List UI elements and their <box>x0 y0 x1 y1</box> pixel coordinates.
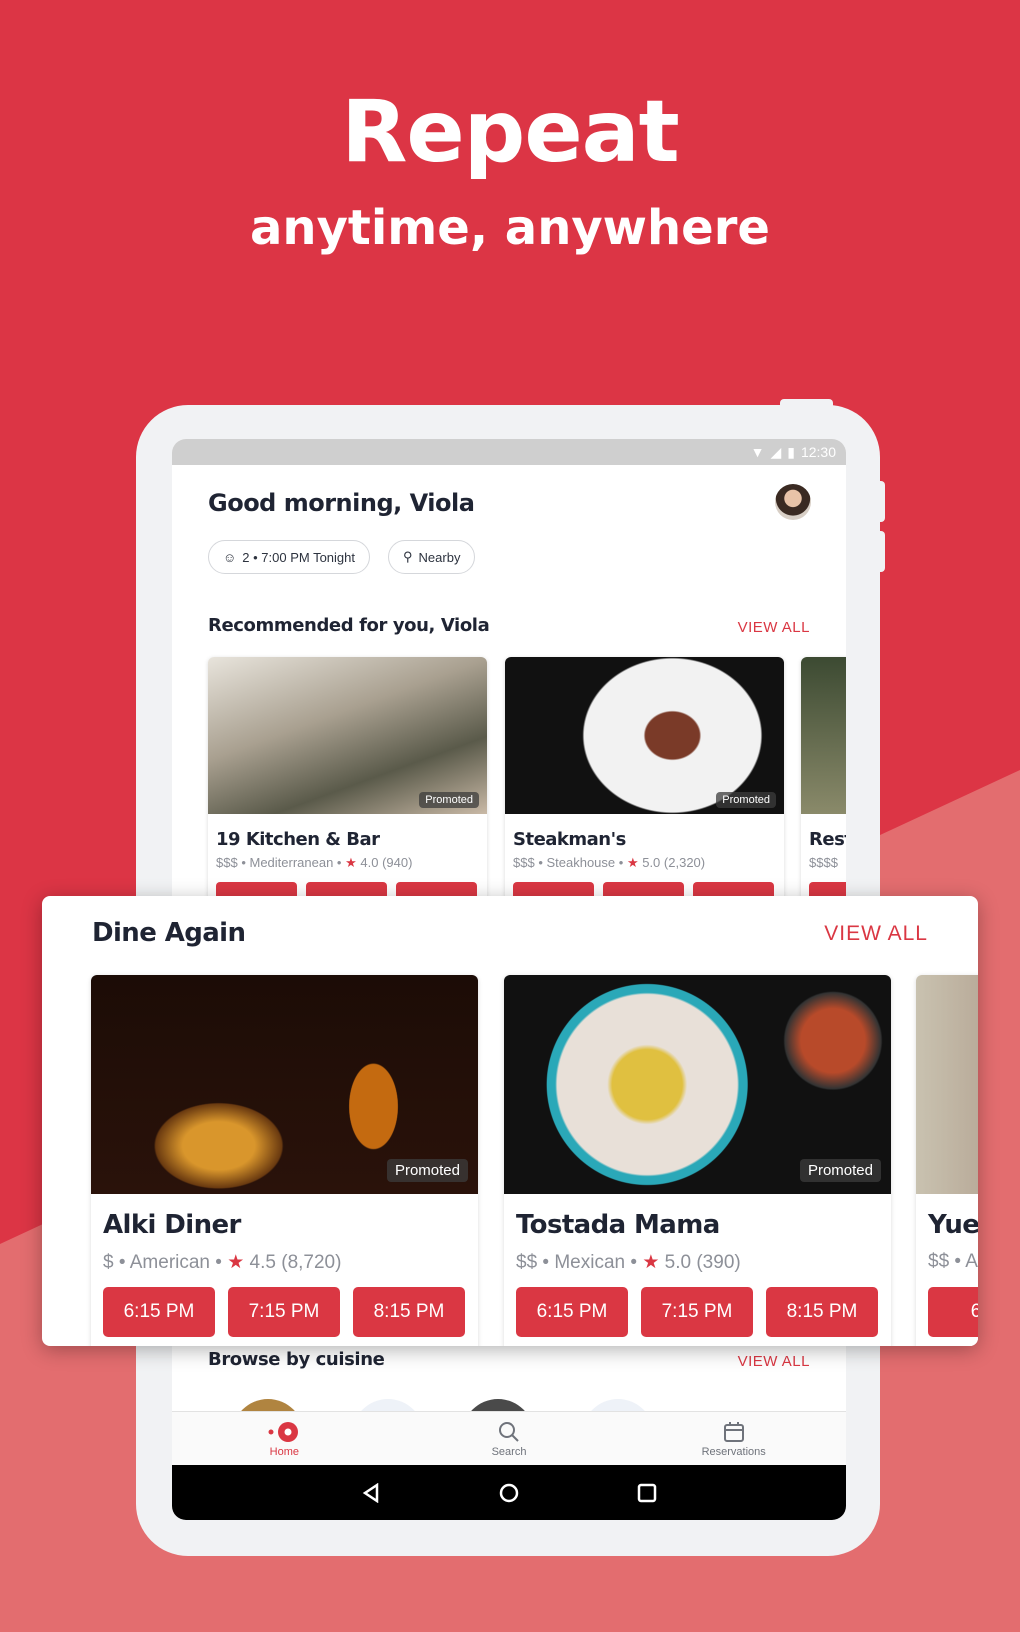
chip-label: Nearby <box>418 549 461 565</box>
time-slots: 6:1 <box>928 1287 978 1337</box>
hero-subtitle: anytime, anywhere <box>250 200 770 256</box>
restaurant-card[interactable]: Promoted Tostada Mama $$ • Mexican • ★ 5… <box>504 975 891 1346</box>
star-icon: ★ <box>642 1252 660 1273</box>
promoted-badge: Promoted <box>716 792 776 808</box>
restaurant-card[interactable]: Promoted Steakman's $$$ • Steakhouse • ★… <box>505 657 784 917</box>
time-slots: 6:15 PM 7:15 PM 8:15 PM <box>516 1287 878 1337</box>
promoted-badge: Promoted <box>386 1159 468 1182</box>
time-slot-button[interactable]: 6:15 PM <box>516 1287 628 1337</box>
restaurant-image: Promoted <box>504 975 891 1194</box>
restaurant-name: 19 Kitchen & Bar <box>216 829 380 850</box>
time-slot-button[interactable]: 6:15 PM <box>103 1287 215 1337</box>
time-slot-button[interactable]: 7:15 PM <box>641 1287 753 1337</box>
location-pin-icon: ⚲ <box>403 549 413 564</box>
restaurant-meta: $$$ • Mediterranean • ★ 4.0 (940) <box>216 855 413 870</box>
greeting: Good morning, Viola <box>208 489 475 517</box>
restaurant-name: Rest <box>809 829 846 850</box>
nav-search[interactable]: Search <box>397 1412 622 1465</box>
restaurant-meta: $ • American • ★ 4.5 (8,720) <box>103 1252 342 1273</box>
star-icon: ★ <box>345 855 357 870</box>
restaurant-name: Steakman's <box>513 829 626 850</box>
system-nav <box>172 1465 846 1520</box>
person-icon: ☺ <box>223 549 237 565</box>
star-icon: ★ <box>227 1252 245 1273</box>
restaurant-meta: $$$$ <box>809 855 838 870</box>
calendar-icon <box>723 1421 744 1442</box>
browse-title: Browse by cuisine <box>208 1349 385 1370</box>
restaurant-image: Promoted <box>91 975 478 1194</box>
nav-label: Reservations <box>701 1445 766 1458</box>
restaurant-card[interactable]: Yuel $$ • A 6:1 <box>916 975 978 1346</box>
promoted-badge: Promoted <box>799 1159 881 1182</box>
restaurant-meta: $$$ • Steakhouse • ★ 5.0 (2,320) <box>513 855 706 870</box>
star-icon: ★ <box>626 855 639 870</box>
restaurant-name: Alki Diner <box>103 1210 241 1240</box>
nav-home[interactable]: Home <box>172 1412 397 1465</box>
signal-icon: ◢ <box>770 443 782 460</box>
home-circle-icon[interactable] <box>499 1483 519 1503</box>
nav-reservations[interactable]: Reservations <box>621 1412 846 1465</box>
recents-icon[interactable] <box>637 1483 657 1503</box>
browse-view-all[interactable]: VIEW ALL <box>738 1353 810 1370</box>
home-icon <box>268 1421 299 1442</box>
time-slot-button[interactable]: 7:15 PM <box>228 1287 340 1337</box>
status-bar: ▼ ◢ ▮ 12:30 <box>172 439 846 465</box>
wifi-icon: ▼ <box>750 444 765 460</box>
restaurant-image: Promoted <box>505 657 784 814</box>
time-slot-button[interactable]: 8:15 PM <box>766 1287 878 1337</box>
tablet-volume-up <box>870 481 885 522</box>
recommended-view-all[interactable]: VIEW ALL <box>738 619 810 636</box>
tablet-volume-down <box>870 531 885 572</box>
restaurant-image <box>916 975 978 1194</box>
tablet-power-button <box>780 399 833 409</box>
search-icon <box>499 1421 519 1442</box>
restaurant-name: Yuel <box>928 1210 978 1240</box>
back-icon[interactable] <box>361 1482 381 1503</box>
promoted-badge: Promoted <box>419 792 479 808</box>
nav-label: Home <box>269 1445 299 1458</box>
restaurant-name: Tostada Mama <box>516 1210 720 1240</box>
hero-title: Repeat <box>341 82 680 182</box>
restaurant-image <box>801 657 846 814</box>
status-time: 12:30 <box>800 444 836 460</box>
restaurant-meta: $$ • A <box>928 1251 978 1272</box>
nav-label: Search <box>491 1445 527 1458</box>
restaurant-card[interactable]: Promoted Alki Diner $ • American • ★ 4.5… <box>91 975 478 1346</box>
dine-again-title: Dine Again <box>92 918 246 948</box>
battery-icon: ▮ <box>787 443 795 460</box>
bottom-nav: Home Search Reservations <box>172 1411 846 1465</box>
time-slot-button[interactable]: 8:15 PM <box>353 1287 465 1337</box>
avatar[interactable] <box>775 484 811 520</box>
restaurant-meta: $$ • Mexican • ★ 5.0 (390) <box>516 1252 741 1273</box>
time-slots: 6:15 PM 7:15 PM 8:15 PM <box>103 1287 465 1337</box>
dine-again-panel: Dine Again VIEW ALL Promoted Alki Diner … <box>42 896 978 1346</box>
dine-again-view-all[interactable]: VIEW ALL <box>824 922 928 946</box>
recommended-title: Recommended for you, Viola <box>208 615 490 636</box>
chip-label: 2 • 7:00 PM Tonight <box>242 549 355 565</box>
restaurant-image: Promoted <box>208 657 487 814</box>
location-chip[interactable]: ⚲ Nearby <box>388 540 476 574</box>
restaurant-card[interactable]: Rest $$$$ <box>801 657 846 917</box>
time-slot-button[interactable]: 6:1 <box>928 1287 978 1337</box>
party-time-chip[interactable]: ☺ 2 • 7:00 PM Tonight <box>208 540 370 574</box>
restaurant-card[interactable]: Promoted 19 Kitchen & Bar $$$ • Mediterr… <box>208 657 487 917</box>
